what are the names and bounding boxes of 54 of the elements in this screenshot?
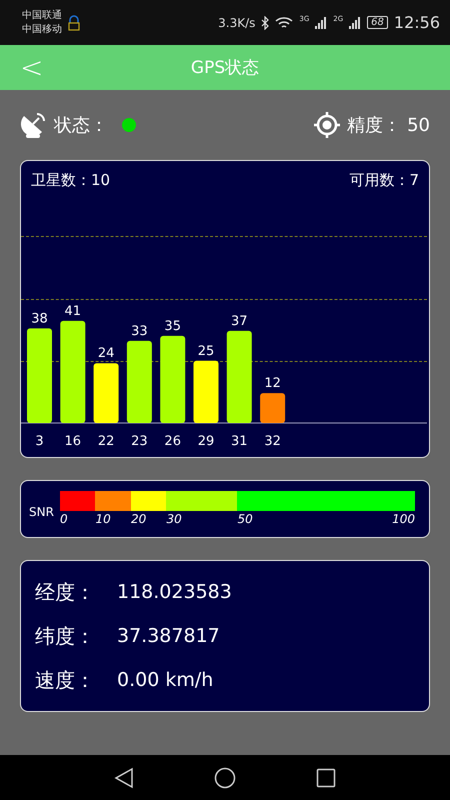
signal-bar — [94, 363, 119, 423]
bar-value: 38 — [31, 311, 48, 326]
bar-value: 33 — [131, 324, 148, 339]
home-icon[interactable] — [214, 766, 236, 788]
accuracy-label: 精度： — [347, 114, 402, 137]
bar-value: 37 — [231, 314, 248, 329]
satellite-id: 32 — [264, 434, 281, 449]
satellite-dish-icon — [20, 110, 48, 140]
satellite-id: 23 — [131, 434, 148, 449]
carrier-name: 中国移动 — [22, 22, 62, 36]
satellite-count: 卫星数：10 — [31, 171, 110, 191]
signal-icon — [315, 16, 328, 29]
info-value: 118.023583 — [117, 581, 232, 603]
info-value: 37.387817 — [117, 625, 220, 647]
snr-label: SNR — [29, 505, 54, 519]
info-label: 速度： — [35, 666, 95, 694]
carrier-name: 中国联通 — [22, 8, 62, 22]
battery-level: 68 — [367, 16, 388, 29]
bar-value: 12 — [264, 376, 281, 392]
bluetooth-icon — [261, 16, 270, 30]
usable-count: 可用数：7 — [349, 171, 419, 191]
network-speed: 3.3K/s — [218, 16, 256, 30]
info-label: 纬度： — [35, 622, 95, 650]
status-label: 状态： — [54, 114, 108, 137]
snr-tick: 100 — [392, 512, 415, 526]
lock-icon — [68, 14, 80, 30]
satellite-id: 22 — [98, 434, 114, 449]
snr-tick: 10 — [95, 512, 111, 526]
accuracy-value: 50 — [407, 114, 430, 136]
signal-bar — [260, 393, 286, 423]
page-title: GPS状态 — [190, 57, 260, 79]
satellite-id: 26 — [164, 434, 181, 449]
signal-icon — [349, 16, 362, 29]
snr-tick: 30 — [166, 512, 182, 526]
clock-time: 12:56 — [394, 13, 440, 32]
back-icon[interactable] — [114, 766, 134, 788]
bar-value: 41 — [64, 304, 82, 319]
info-label: 经度： — [35, 578, 95, 606]
info-value: 0.00 km/h — [117, 669, 214, 691]
snr-tick: 20 — [130, 512, 146, 526]
snr-tick: 50 — [237, 512, 253, 526]
satellite-id: 29 — [198, 434, 214, 449]
recent-apps-icon[interactable] — [316, 768, 336, 788]
signal-bar — [194, 360, 218, 423]
bar-value: 25 — [198, 344, 214, 359]
satellite-id: 31 — [231, 434, 248, 449]
back-button[interactable]: < — [14, 51, 50, 84]
satellite-id: 3 — [35, 434, 44, 449]
bar-value: 35 — [164, 318, 181, 334]
snr-tick: 0 — [60, 512, 68, 526]
bar-value: 24 — [98, 346, 114, 362]
satellite-id: 16 — [64, 434, 82, 449]
wifi-icon — [275, 16, 294, 29]
target-icon — [313, 111, 342, 139]
